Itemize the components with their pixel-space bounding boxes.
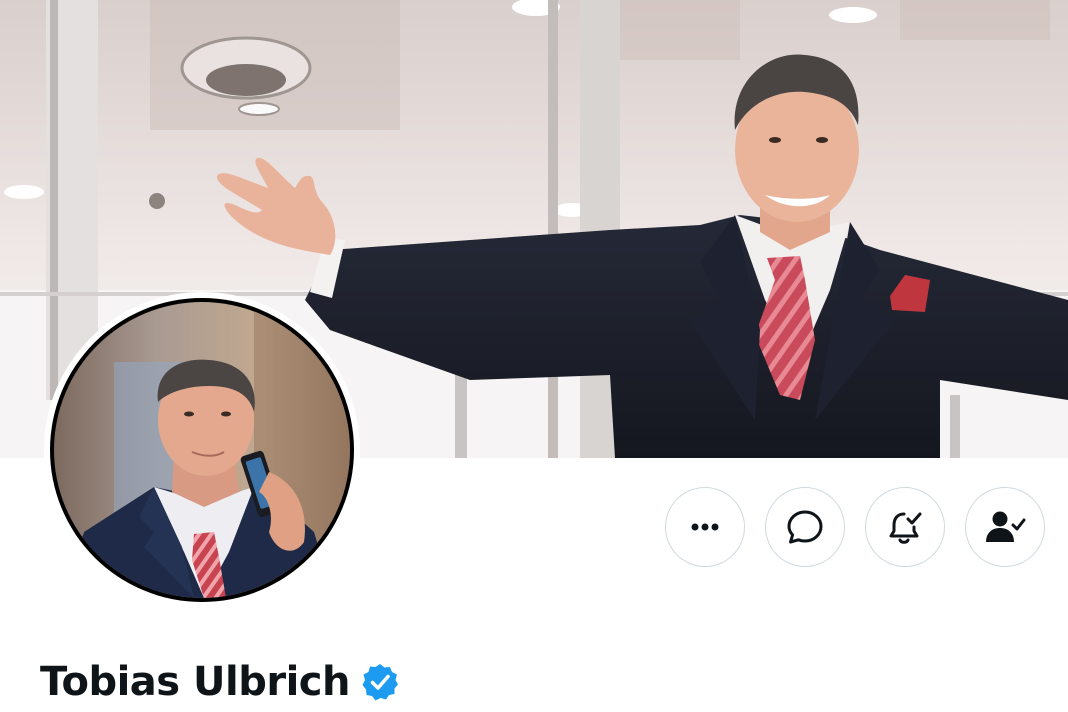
notifications-button[interactable] [865, 487, 945, 567]
person-check-icon [986, 511, 1026, 542]
avatar-container[interactable] [44, 292, 360, 608]
profile-actions [665, 487, 1045, 567]
following-button[interactable] [965, 487, 1045, 567]
display-name: Tobias Ulbrich [40, 659, 350, 705]
message-bubble-icon [787, 510, 823, 544]
more-dots-icon [691, 523, 719, 531]
more-button[interactable] [665, 487, 745, 567]
profile-name-row: Tobias Ulbrich [40, 656, 400, 708]
message-button[interactable] [765, 487, 845, 567]
profile-photo [54, 302, 350, 598]
bell-check-icon [889, 512, 922, 544]
verified-badge-icon[interactable] [360, 662, 400, 702]
avatar[interactable] [50, 298, 354, 602]
